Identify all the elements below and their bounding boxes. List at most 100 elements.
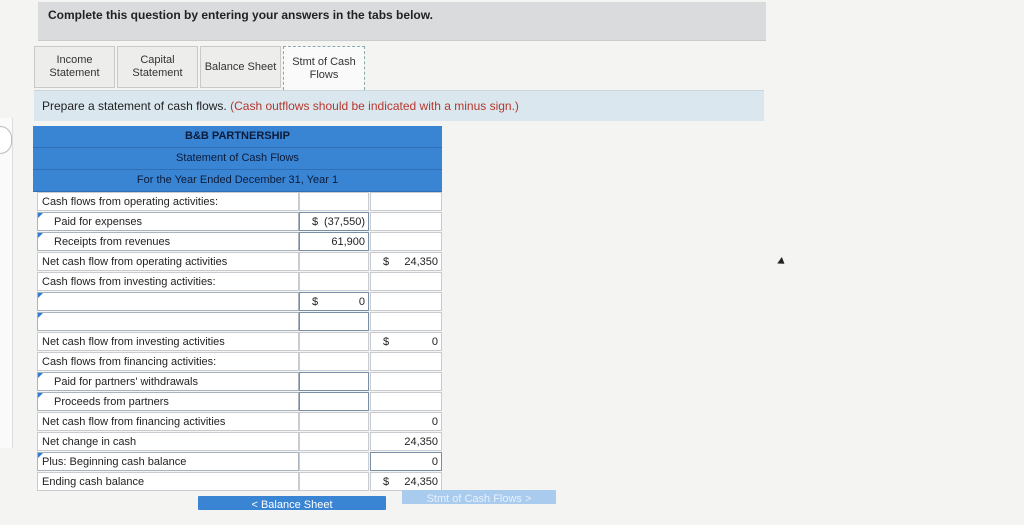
amount-input[interactable]: $ (37,550) (299, 212, 369, 231)
total-cell (370, 272, 442, 291)
tab-label: Stmt of Cash (292, 55, 356, 68)
row-label: Cash flows from operating activities: (37, 192, 299, 211)
total-value: 24,350 (404, 256, 438, 268)
amount-cell (299, 352, 369, 371)
row-label-input[interactable]: Plus: Beginning cash balance (37, 452, 299, 471)
total-cell (370, 372, 442, 391)
amount-cell (299, 472, 369, 491)
total-value: 24,350 (404, 476, 438, 488)
total-cell (370, 352, 442, 371)
table-row: Cash flows from operating activities: (33, 192, 442, 212)
amount-input[interactable] (299, 312, 369, 331)
amount-input[interactable] (299, 372, 369, 391)
total-value: 24,350 (404, 436, 438, 448)
total-cell: $24,350 (370, 252, 442, 271)
mouse-cursor-icon (777, 257, 787, 267)
instruction-text: Complete this question by entering your … (48, 8, 433, 22)
row-label: Cash flows from financing activities: (37, 352, 299, 371)
total-cell (370, 292, 442, 311)
table-row: Net cash flow from operating activities … (33, 252, 442, 272)
row-label: Net cash flow from financing activities (37, 412, 299, 431)
currency-sign: $ (383, 256, 390, 268)
company-name: B&B PARTNERSHIP (33, 126, 442, 148)
statement-title: Statement of Cash Flows (33, 148, 442, 170)
table-row: Paid for partners' withdrawals (33, 372, 442, 392)
tab-capital-statement[interactable]: Capital Statement (117, 46, 198, 88)
row-label-input[interactable] (37, 312, 299, 331)
prompt-text: Prepare a statement of cash flows. (42, 99, 227, 113)
table-row: Proceeds from partners (33, 392, 442, 412)
table-row (33, 312, 442, 332)
tab-label: Statement (132, 67, 183, 79)
row-label: Net cash flow from investing activities (37, 332, 299, 351)
row-label: Net cash flow from operating activities (37, 252, 299, 271)
total-value: 0 (431, 456, 438, 468)
table-row: Cash flows from investing activities: (33, 272, 442, 292)
tab-label: Capital (140, 54, 175, 66)
table-row: $0 (33, 292, 442, 312)
amount-value: 0 (358, 296, 365, 308)
prev-tab-button[interactable]: < Balance Sheet (198, 496, 386, 510)
table-row: Net change in cash 24,350 (33, 432, 442, 452)
tab-label: Balance Sheet (204, 60, 277, 73)
total-cell: 0 (370, 412, 442, 431)
amount-input[interactable] (299, 392, 369, 411)
currency-sign: $ (383, 336, 390, 348)
table-row: Net cash flow from investing activities … (33, 332, 442, 352)
row-label: Net change in cash (37, 432, 299, 451)
amount-value: (37,550) (324, 216, 365, 228)
row-label-input[interactable]: Paid for expenses (37, 212, 299, 231)
total-value: 0 (431, 416, 438, 428)
table-row: Cash flows from financing activities: (33, 352, 442, 372)
amount-cell (299, 252, 369, 271)
total-cell (370, 392, 442, 411)
total-cell (370, 212, 442, 231)
amount-input[interactable]: 61,900 (299, 232, 369, 251)
table-row: Paid for expenses $ (37,550) (33, 212, 442, 232)
table-row: Net cash flow from financing activities … (33, 412, 442, 432)
row-label-input[interactable]: Receipts from revenues (37, 232, 299, 251)
total-input[interactable]: 0 (370, 452, 442, 471)
prompt-note: (Cash outflows should be indicated with … (230, 99, 519, 113)
row-label: Cash flows from investing activities: (37, 272, 299, 291)
amount-cell (299, 272, 369, 291)
currency-sign: $ (383, 476, 390, 488)
total-cell: $0 (370, 332, 442, 351)
row-label: Ending cash balance (37, 472, 299, 491)
total-cell (370, 232, 442, 251)
total-cell (370, 192, 442, 211)
row-label-input[interactable]: Proceeds from partners (37, 392, 299, 411)
total-value: 0 (431, 336, 438, 348)
cash-flow-statement: B&B PARTNERSHIP Statement of Cash Flows … (33, 126, 442, 492)
table-row: Plus: Beginning cash balance 0 (33, 452, 442, 472)
row-label-input[interactable] (37, 292, 299, 311)
total-cell (370, 312, 442, 331)
tab-label: Income (56, 54, 93, 66)
amount-input[interactable]: $0 (299, 292, 369, 311)
table-row: Ending cash balance $24,350 (33, 472, 442, 492)
currency-sign: $ (312, 216, 319, 228)
total-cell: $24,350 (370, 472, 442, 491)
tab-stmt-of-cash-flows[interactable]: Stmt of Cash Flows (283, 46, 365, 90)
amount-cell (299, 432, 369, 451)
amount-cell (299, 332, 369, 351)
amount-value: 61,900 (331, 236, 365, 248)
instruction-bar: Complete this question by entering your … (38, 2, 766, 41)
left-panel-edge (0, 118, 13, 448)
panel-toggle[interactable] (0, 126, 12, 154)
table-row: Receipts from revenues 61,900 (33, 232, 442, 252)
tab-bar: Income Statement Capital Statement Balance… (34, 46, 367, 90)
statement-period: For the Year Ended December 31, Year 1 (33, 170, 442, 192)
row-label-input[interactable]: Paid for partners' withdrawals (37, 372, 299, 391)
total-cell: 24,350 (370, 432, 442, 451)
amount-cell (299, 412, 369, 431)
prompt-bar: Prepare a statement of cash flows. (Cash… (34, 90, 764, 121)
tab-label: Flows (309, 68, 339, 81)
currency-sign: $ (312, 296, 319, 308)
amount-cell (299, 452, 369, 471)
tab-label: Statement (49, 67, 100, 79)
tab-income-statement[interactable]: Income Statement (34, 46, 115, 88)
tab-balance-sheet[interactable]: Balance Sheet (200, 46, 281, 88)
amount-cell (299, 192, 369, 211)
next-tab-button[interactable]: Stmt of Cash Flows > (402, 490, 556, 504)
